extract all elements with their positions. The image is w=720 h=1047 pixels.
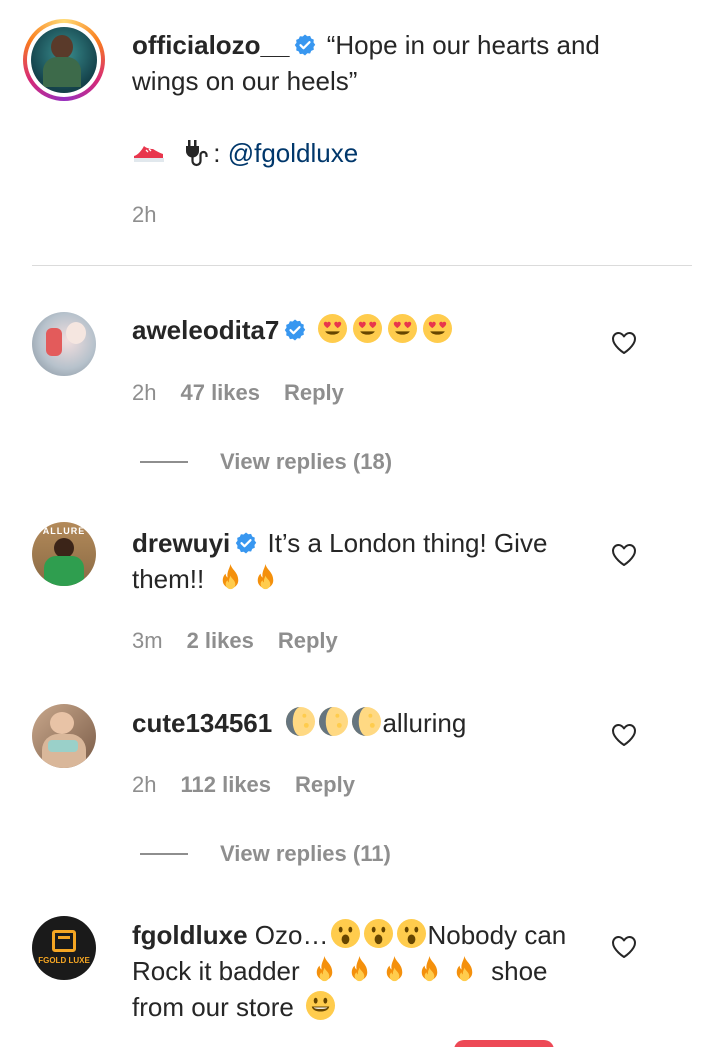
comment-text-3: cute134561 alluring xyxy=(132,705,466,741)
fire-emoji-icon xyxy=(344,954,375,985)
caption-text: officialozo__ “Hope in our hearts and wi… xyxy=(132,27,652,99)
comment-line2: them!! xyxy=(132,564,205,594)
comment-avatar-aweleodita7[interactable] xyxy=(32,312,96,376)
comment-username[interactable]: aweleodita7 xyxy=(132,315,279,345)
comment-text-1: aweleodita7 xyxy=(132,312,457,348)
comment-username[interactable]: cute134561 xyxy=(132,708,272,738)
fire-emoji-icon xyxy=(414,954,445,985)
astonished-emoji-icon xyxy=(363,918,394,949)
grinning-emoji-icon xyxy=(305,990,336,1021)
comment-text: alluring xyxy=(382,708,467,738)
heart-eyes-emoji-icon xyxy=(422,313,453,344)
caption-avatar[interactable] xyxy=(23,19,105,101)
verified-icon xyxy=(283,318,307,342)
reply-button[interactable]: Reply xyxy=(295,772,355,798)
caption-credit: : @fgoldluxe xyxy=(132,135,358,171)
verified-icon xyxy=(293,33,317,57)
view-replies-label: View replies (18) xyxy=(220,449,393,474)
view-replies-button[interactable]: View replies (18) xyxy=(140,449,392,475)
heart-eyes-emoji-icon xyxy=(387,313,418,344)
comment-line2a: Rock it badder xyxy=(132,956,300,986)
heart-eyes-emoji-icon xyxy=(317,313,348,344)
caption-avatar-photo xyxy=(31,27,97,93)
fire-emoji-icon xyxy=(379,954,410,985)
comment-username[interactable]: drewuyi xyxy=(132,528,230,558)
heart-eyes-emoji-icon xyxy=(352,313,383,344)
plug-icon xyxy=(186,140,208,167)
comment-time: 3m xyxy=(132,628,163,653)
comment-meta-2: 3m 2 likes Reply xyxy=(132,628,338,654)
verified-icon xyxy=(234,531,258,555)
comment-time: 2h xyxy=(132,380,157,405)
reply-button[interactable]: Reply xyxy=(284,380,344,406)
moon-emoji-icon xyxy=(318,706,349,737)
fgoldluxe-logo-icon xyxy=(52,930,76,952)
comment-avatar-drewuyi[interactable]: ALLURE xyxy=(32,522,96,586)
moon-emoji-icon xyxy=(351,706,382,737)
comment-line2b: shoe xyxy=(491,956,548,986)
comment-likes[interactable]: 47 likes xyxy=(180,380,260,406)
like-heart-icon[interactable] xyxy=(611,543,637,567)
comment-likes[interactable]: 2 likes xyxy=(187,628,254,654)
view-replies-label: View replies (11) xyxy=(220,841,391,866)
comment-line1a: Ozo… xyxy=(254,920,329,950)
credit-mention-link[interactable]: @fgoldluxe xyxy=(228,138,358,168)
comment-line3: from our store xyxy=(132,992,294,1022)
reply-button[interactable]: Reply xyxy=(278,628,338,654)
moon-emoji-icon xyxy=(285,706,316,737)
comment-line1: It’s a London thing! Give xyxy=(267,528,548,558)
comment-meta-1: 2h 47 likes Reply xyxy=(132,380,344,406)
view-replies-line xyxy=(140,461,188,463)
caption-time: 2h xyxy=(132,202,157,227)
like-heart-icon[interactable] xyxy=(611,935,637,959)
divider xyxy=(32,265,692,266)
astonished-emoji-icon xyxy=(330,918,361,949)
like-heart-icon[interactable] xyxy=(611,723,637,747)
comment-time: 2h xyxy=(132,772,157,797)
comment-line1b: Nobody can xyxy=(427,920,567,950)
comment-text-4: fgoldluxe Ozo… Nobody can Rock it badder … xyxy=(132,917,602,1025)
comment-username[interactable]: fgoldluxe xyxy=(132,920,248,950)
sneaker-icon xyxy=(134,146,164,162)
like-heart-icon[interactable] xyxy=(611,331,637,355)
caption-meta: 2h xyxy=(132,202,156,228)
view-replies-button[interactable]: View replies (11) xyxy=(140,841,391,867)
comment-avatar-fgoldluxe[interactable]: FGOLD LUXE xyxy=(32,916,96,980)
comment-likes[interactable]: 112 likes xyxy=(180,772,271,798)
fire-emoji-icon xyxy=(309,954,340,985)
fire-emoji-icon xyxy=(449,954,480,985)
avatar-brand-text: FGOLD LUXE xyxy=(38,956,90,965)
new-comments-pill[interactable] xyxy=(454,1040,554,1047)
fire-emoji-icon xyxy=(215,562,246,593)
view-replies-line xyxy=(140,853,188,855)
comment-text-2: drewuyi It’s a London thing! Give them!! xyxy=(132,525,592,597)
credit-separator: : xyxy=(213,138,221,168)
caption-line1: “Hope in our hearts and xyxy=(326,30,600,60)
caption-username[interactable]: officialozo__ xyxy=(132,30,289,60)
comment-avatar-cute134561[interactable] xyxy=(32,704,96,768)
caption-line2: wings on our heels” xyxy=(132,66,358,96)
fire-emoji-icon xyxy=(250,562,281,593)
comment-meta-3: 2h 112 likes Reply xyxy=(132,772,355,798)
astonished-emoji-icon xyxy=(396,918,427,949)
